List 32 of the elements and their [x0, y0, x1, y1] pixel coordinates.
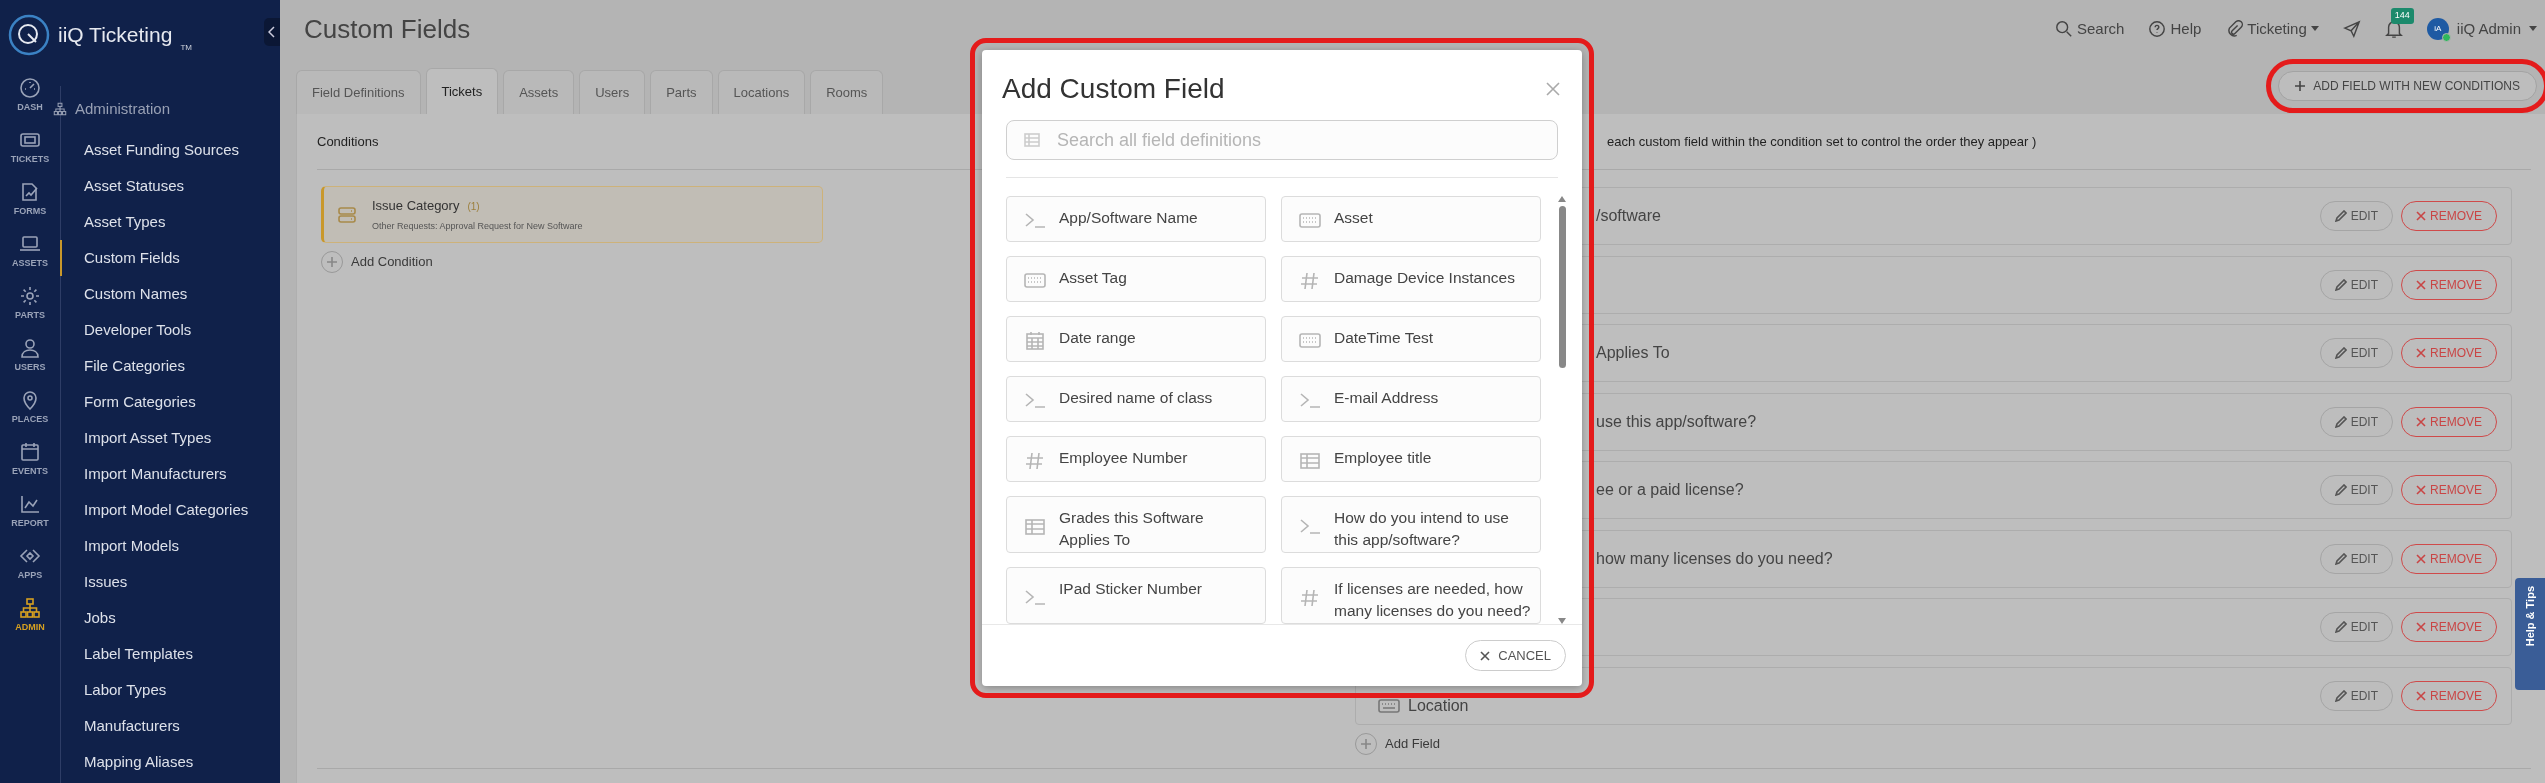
dialog-title: Add Custom Field: [1002, 72, 1225, 106]
option-label: Grades this Software Applies To: [1059, 508, 1205, 550]
field-label: Applies To: [1596, 343, 1670, 363]
section-title: Administration: [75, 98, 171, 119]
trademark: TM: [180, 42, 192, 54]
option-label: Damage Device Instances: [1334, 268, 1515, 288]
field-label: /software: [1596, 206, 1661, 226]
field-label: use this app/software?: [1596, 411, 1757, 432]
page-title: Custom Fields: [304, 12, 471, 46]
option-label: Employee title: [1334, 448, 1432, 468]
section-heading: Conditions: [317, 133, 379, 149]
option-label: IPad Sticker Number: [1059, 579, 1202, 599]
option-label: If licenses are needed, how many licenses do you need?: [1334, 579, 1532, 621]
field-label: how many licenses do you need?: [1596, 548, 1833, 569]
notification-count: 144: [2390, 8, 2414, 24]
option-label: Desired name of class: [1059, 388, 1213, 408]
option-label: Employee Number: [1059, 448, 1188, 468]
avatar: iA: [2426, 18, 2449, 40]
field-label: ee or a paid license?: [1596, 480, 1744, 500]
option-label: Date range: [1059, 328, 1136, 348]
condition-detail: Other Requests: Approval Request for New Software: [372, 219, 583, 233]
instruction-text: each custom field within the condition set to control the order they appear ): [1607, 133, 2037, 149]
option-label: E-mail Address: [1334, 388, 1439, 408]
option-label: App/Software Name: [1059, 208, 1198, 228]
app-name: iiQ Ticketing: [58, 22, 173, 49]
option-label: Asset Tag: [1059, 268, 1127, 288]
field-label: Location: [1408, 695, 1469, 716]
option-label: DateTime Test: [1334, 328, 1434, 348]
option-label: Asset: [1334, 208, 1373, 228]
option-label: How do you intend to use this app/software?: [1334, 508, 1510, 550]
condition-count: (1): [467, 200, 480, 214]
condition-title: Issue Category: [372, 197, 460, 215]
